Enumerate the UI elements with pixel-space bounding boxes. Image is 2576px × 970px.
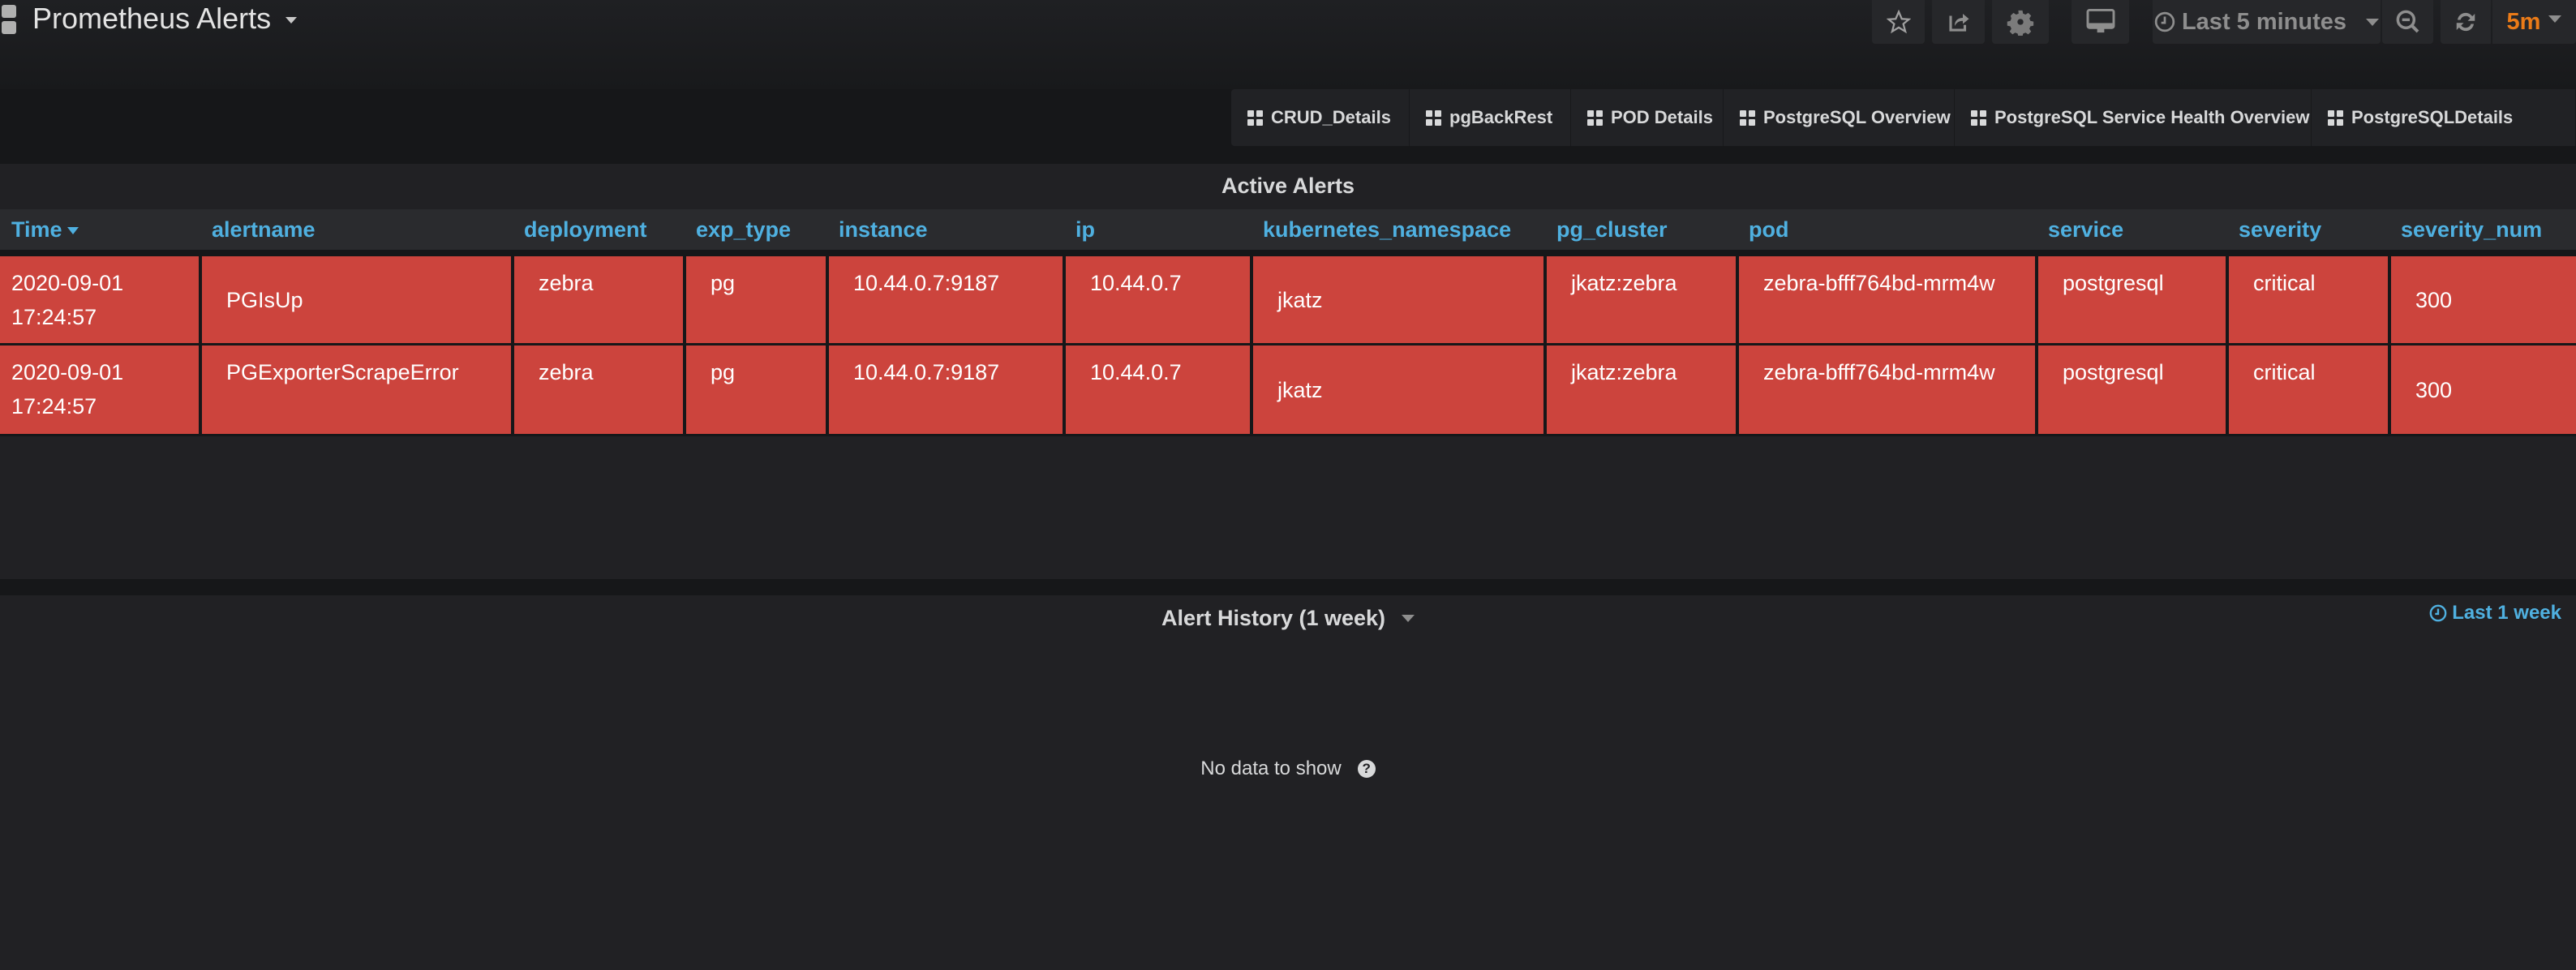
star-icon bbox=[1886, 10, 1911, 34]
cell-severity-num: 300 bbox=[2388, 252, 2576, 346]
share-dashboard-button[interactable] bbox=[1932, 0, 1985, 44]
top-navbar: Prometheus Alerts Last 5 minutes 5m CRUD… bbox=[0, 0, 2576, 146]
sort-desc-icon bbox=[67, 226, 79, 234]
cell-time: 2020-09-01 17:24:57 bbox=[0, 343, 202, 436]
cell-kubernetes-namespace: jkatz bbox=[1250, 343, 1547, 436]
clock-icon bbox=[2154, 11, 2175, 32]
dashboard-link-pod-details[interactable]: POD Details bbox=[1571, 89, 1724, 146]
zoom-out-icon bbox=[2396, 10, 2419, 33]
active-alerts-panel: Active Alerts Time alertname deployment … bbox=[0, 164, 2576, 579]
cell-exp-type: pg bbox=[683, 252, 829, 346]
panel-title: Alert History (1 week) bbox=[1161, 605, 1386, 630]
cell-pod: zebra-bfff764bd-mrm4w bbox=[1736, 343, 2038, 436]
refresh-interval-label: 5m bbox=[2506, 8, 2541, 35]
cell-alertname: PGExporterScrapeError bbox=[199, 343, 514, 436]
cell-exp-type: pg bbox=[683, 343, 829, 436]
dashboard-link-pgbackrest[interactable]: pgBackRest bbox=[1410, 89, 1571, 146]
cell-service: postgresql bbox=[2035, 252, 2229, 346]
active-alerts-table: Time alertname deployment exp_type insta… bbox=[0, 209, 2576, 436]
column-header-pod[interactable]: pod bbox=[1737, 209, 2037, 256]
cell-time: 2020-09-01 17:24:57 bbox=[0, 252, 202, 346]
column-header-time[interactable]: Time bbox=[0, 209, 200, 256]
alert-history-panel: Alert History (1 week) Last 1 week No da… bbox=[0, 595, 2576, 970]
column-header-ip[interactable]: ip bbox=[1064, 209, 1252, 256]
refresh-interval-picker[interactable]: 5m bbox=[2492, 0, 2576, 44]
monitor-icon bbox=[2086, 9, 2114, 33]
column-header-service[interactable]: service bbox=[2037, 209, 2227, 256]
column-header-kubernetes-namespace[interactable]: kubernetes_namespace bbox=[1252, 209, 1545, 256]
view-mode-button[interactable] bbox=[2072, 0, 2129, 44]
cell-severity: critical bbox=[2226, 252, 2391, 346]
cell-severity-num: 300 bbox=[2388, 343, 2576, 436]
chevron-down-icon bbox=[2366, 18, 2380, 26]
cell-instance: 10.44.0.7:9187 bbox=[826, 252, 1066, 346]
star-dashboard-button[interactable] bbox=[1872, 0, 1925, 44]
cell-instance: 10.44.0.7:9187 bbox=[826, 343, 1066, 436]
chevron-down-icon bbox=[286, 17, 298, 24]
cell-pg-cluster: jkatz:zebra bbox=[1543, 343, 1739, 436]
column-header-pg-cluster[interactable]: pg_cluster bbox=[1545, 209, 1737, 256]
apps-icon bbox=[1587, 109, 1603, 126]
apps-icon bbox=[2328, 109, 2343, 126]
gear-icon bbox=[2007, 10, 2034, 36]
cell-deployment: zebra bbox=[511, 252, 686, 346]
cell-deployment: zebra bbox=[511, 343, 686, 436]
no-data-message: No data to show ? bbox=[0, 758, 2576, 780]
table-row: 2020-09-01 17:24:57 PGExporterScrapeErro… bbox=[0, 343, 2576, 436]
column-header-alertname[interactable]: alertname bbox=[200, 209, 513, 256]
apps-icon bbox=[1971, 109, 1986, 126]
share-icon bbox=[1948, 14, 1968, 32]
cell-ip: 10.44.0.7 bbox=[1063, 252, 1253, 346]
cell-kubernetes-namespace: jkatz bbox=[1250, 252, 1547, 346]
table-header-row: Time alertname deployment exp_type insta… bbox=[0, 209, 2576, 256]
apps-icon bbox=[1426, 109, 1441, 126]
cell-service: postgresql bbox=[2035, 343, 2229, 436]
column-header-severity[interactable]: severity bbox=[2227, 209, 2389, 256]
cell-pg-cluster: jkatz:zebra bbox=[1543, 252, 1739, 346]
clock-icon bbox=[2429, 604, 2447, 622]
table-row: 2020-09-01 17:24:57 PGIsUp zebra pg 10.4… bbox=[0, 252, 2576, 346]
apps-icon bbox=[1740, 109, 1755, 126]
chevron-down-icon bbox=[2548, 15, 2562, 23]
help-icon[interactable]: ? bbox=[1357, 760, 1376, 778]
dashboard-icon[interactable] bbox=[2, 5, 16, 34]
column-header-severity-num[interactable]: severity_num bbox=[2389, 209, 2576, 256]
panel-title-menu[interactable]: Alert History (1 week) bbox=[0, 595, 2576, 641]
dashboard-links: CRUD_Details pgBackRest POD Details Post… bbox=[1231, 89, 2576, 146]
dashboard-settings-button[interactable] bbox=[1992, 0, 2049, 44]
time-range-picker[interactable]: Last 5 minutes bbox=[2153, 0, 2381, 44]
column-header-deployment[interactable]: deployment bbox=[513, 209, 685, 256]
panel-time-override: Last 1 week bbox=[2429, 602, 2561, 624]
refresh-icon bbox=[2456, 12, 2475, 32]
column-header-instance[interactable]: instance bbox=[827, 209, 1064, 256]
cell-ip: 10.44.0.7 bbox=[1063, 343, 1253, 436]
cell-severity: critical bbox=[2226, 343, 2391, 436]
zoom-out-button[interactable] bbox=[2382, 0, 2433, 44]
panel-title[interactable]: Active Alerts bbox=[0, 174, 2576, 199]
dashboard-title: Prometheus Alerts bbox=[32, 2, 272, 35]
column-header-exp-type[interactable]: exp_type bbox=[685, 209, 827, 256]
dashboard-link-postgresql-details[interactable]: PostgreSQLDetails bbox=[2312, 89, 2576, 146]
apps-icon bbox=[1247, 109, 1263, 126]
cell-pod: zebra-bfff764bd-mrm4w bbox=[1736, 252, 2038, 346]
cell-alertname: PGIsUp bbox=[199, 252, 514, 346]
dashboard-link-postgresql-service-health[interactable]: PostgreSQL Service Health Overview bbox=[1955, 89, 2312, 146]
refresh-button[interactable] bbox=[2441, 0, 2491, 44]
dashboard-link-crud-details[interactable]: CRUD_Details bbox=[1231, 89, 1410, 146]
chevron-down-icon bbox=[1402, 614, 1415, 622]
dashboard-link-postgresql-overview[interactable]: PostgreSQL Overview bbox=[1724, 89, 1955, 146]
time-range-label: Last 5 minutes bbox=[2181, 8, 2347, 35]
dashboard-title-picker[interactable]: Prometheus Alerts bbox=[32, 0, 298, 37]
